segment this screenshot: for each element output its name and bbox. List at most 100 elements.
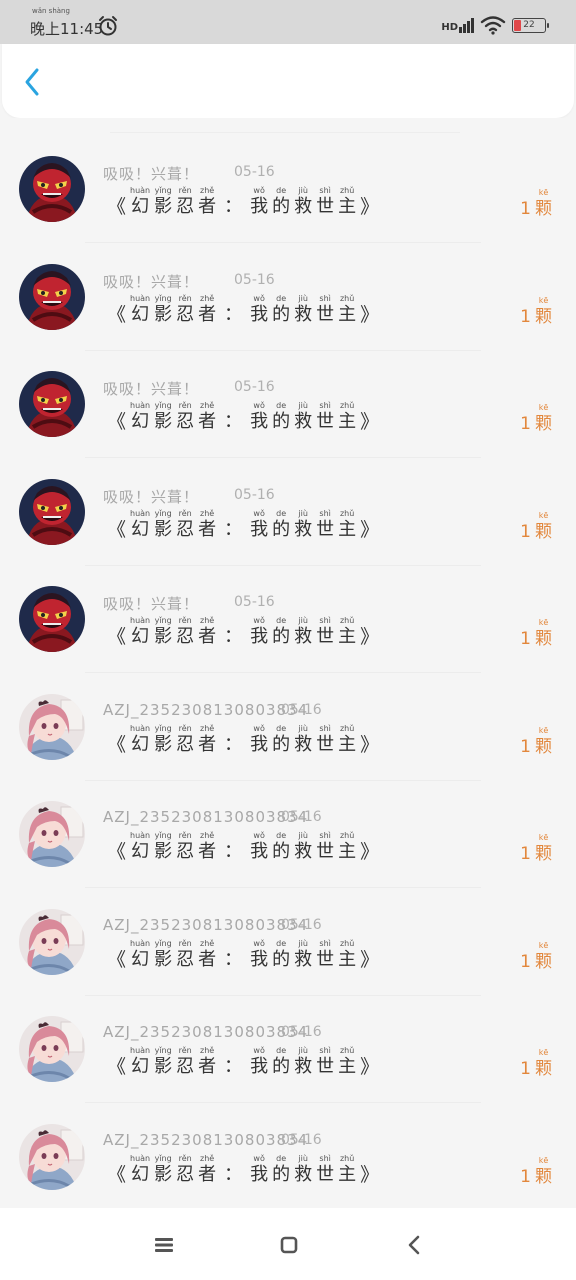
- ruby-char: wǒ 我: [250, 723, 269, 755]
- ruby-char: huàn 幻: [130, 186, 151, 217]
- list-item[interactable]: AZJ_2352308130803834 05-16 《 huàn 幻 yǐng…: [0, 1104, 576, 1209]
- list-item[interactable]: 吸吸！兴葺！ 05-16 《 huàn 幻 yǐng 影 rěn 忍 zhě 者…: [0, 136, 576, 243]
- username[interactable]: AZJ_2352308130803834: [103, 701, 308, 719]
- ruby-char: zhě 者: [198, 508, 217, 540]
- record-date: 05-16: [234, 164, 275, 180]
- avatar-image: [19, 478, 85, 545]
- username[interactable]: AZJ_2352308130803834: [103, 1023, 308, 1041]
- ruby-char: wǒ 我: [250, 508, 269, 540]
- gift-count: 1: [520, 306, 531, 327]
- record-date: 05-16: [281, 916, 322, 933]
- alarm-clock-icon: [99, 16, 117, 36]
- ruby-char: shì 世: [316, 1153, 335, 1185]
- avatar-image: [19, 586, 85, 652]
- ruby-char: jiù 救: [294, 508, 313, 540]
- ruby-char: de 的: [272, 616, 291, 647]
- ruby-char: rěn 忍: [176, 723, 195, 755]
- list-item[interactable]: 吸吸！兴葺！ 05-16 《 huàn 幻 yǐng 影 rěn 忍 zhě 者…: [0, 351, 576, 458]
- avatar[interactable]: [19, 801, 85, 867]
- ruby-char: yǐng 影: [154, 723, 173, 755]
- status-time-pinyin: wǎn shàng: [32, 7, 70, 15]
- record-date: 05-16: [281, 1131, 322, 1148]
- gift-record-list[interactable]: 吸吸！兴葺！ 05-16 《 huàn 幻 yǐng 影 rěn 忍 zhě 者…: [0, 118, 576, 1208]
- ruby-char: huàn 幻: [130, 938, 151, 970]
- gift-amount: 1 kē 颗: [520, 726, 554, 758]
- gift-count: 1: [520, 414, 531, 434]
- gift-amount: 1 kē 颗: [520, 403, 554, 435]
- avatar[interactable]: [19, 693, 85, 760]
- ruby-char: huàn 幻: [130, 401, 151, 432]
- username[interactable]: AZJ_2352308130803834: [103, 916, 308, 934]
- ruby-char: de 的: [272, 186, 291, 217]
- ruby-char: huàn 幻: [130, 1046, 151, 1077]
- ruby-char: huàn 幻: [130, 723, 151, 755]
- gift-count: 1: [520, 629, 531, 649]
- avatar-image: [19, 801, 85, 867]
- ruby-char: wǒ 我: [250, 938, 269, 970]
- list-item[interactable]: 吸吸！兴葺！ 05-16 《 huàn 幻 yǐng 影 rěn 忍 zhě 者…: [0, 566, 576, 673]
- ruby-char: shì 世: [316, 831, 335, 862]
- list-item[interactable]: AZJ_2352308130803834 05-16 《 huàn 幻 yǐng…: [0, 781, 576, 888]
- avatar[interactable]: [19, 156, 85, 222]
- username[interactable]: AZJ_2352308130803834: [103, 808, 308, 826]
- ruby-char: shì 世: [316, 401, 335, 432]
- ruby-char: wǒ 我: [250, 293, 269, 325]
- list-item[interactable]: 吸吸！兴葺！ 05-16 《 huàn 幻 yǐng 影 rěn 忍 zhě 者…: [0, 459, 576, 566]
- username[interactable]: 吸吸！兴葺！: [103, 271, 199, 292]
- ruby-char: wǒ 我: [250, 401, 269, 432]
- username[interactable]: 吸吸！兴葺！: [103, 486, 199, 507]
- menu-button[interactable]: [149, 1230, 179, 1260]
- system-back-button[interactable]: [399, 1230, 429, 1260]
- record-date: 05-16: [281, 1024, 322, 1040]
- username[interactable]: 吸吸！兴葺！: [103, 593, 199, 614]
- avatar[interactable]: [19, 1016, 85, 1082]
- book-title: 《 huàn 幻 yǐng 影 rěn 忍 zhě 者 ： wǒ 我 de 的 …: [107, 616, 380, 648]
- gift-amount: 1 kē 颗: [520, 941, 554, 973]
- avatar-image: [19, 156, 85, 222]
- ruby-char: zhǔ 主: [338, 938, 357, 970]
- ruby-char: rěn 忍: [176, 186, 195, 217]
- ruby-char: zhǔ 主: [338, 831, 357, 862]
- home-button[interactable]: [274, 1230, 304, 1260]
- avatar[interactable]: [19, 478, 85, 545]
- ruby-char: zhǔ 主: [338, 1046, 357, 1077]
- list-item[interactable]: AZJ_2352308130803834 05-16 《 huàn 幻 yǐng…: [0, 996, 576, 1103]
- ruby-char: shì 世: [316, 508, 335, 540]
- ruby-char: wǒ 我: [250, 186, 269, 217]
- list-item[interactable]: 吸吸！兴葺！ 05-16 《 huàn 幻 yǐng 影 rěn 忍 zhě 者…: [0, 244, 576, 351]
- top-header: [2, 44, 574, 118]
- ruby-char: jiù 救: [294, 616, 313, 647]
- list-item[interactable]: AZJ_2352308130803834 05-16 《 huàn 幻 yǐng…: [0, 889, 576, 996]
- ruby-char: zhǔ 主: [338, 616, 357, 647]
- list-item[interactable]: AZJ_2352308130803834 05-16 《 huàn 幻 yǐng…: [0, 674, 576, 781]
- ruby-char: jiù 救: [294, 186, 313, 217]
- ruby-char: zhě 者: [198, 831, 217, 862]
- book-title: 《 huàn 幻 yǐng 影 rěn 忍 zhě 者 ： wǒ 我 de 的 …: [107, 401, 380, 433]
- ruby-char: shì 世: [316, 293, 335, 325]
- username[interactable]: AZJ_2352308130803834: [103, 1131, 308, 1149]
- back-button[interactable]: [16, 66, 48, 98]
- avatar[interactable]: [19, 371, 85, 437]
- username[interactable]: 吸吸！兴葺！: [103, 378, 199, 399]
- ruby-char: jiù 救: [294, 938, 313, 970]
- avatar[interactable]: [19, 263, 85, 330]
- username[interactable]: 吸吸！兴葺！: [103, 163, 199, 184]
- gift-unit: kē 颗: [535, 1155, 552, 1187]
- ruby-char: rěn 忍: [176, 831, 195, 862]
- ruby-char: zhě 者: [198, 616, 217, 647]
- ruby-char: de 的: [272, 831, 291, 862]
- ruby-char: de 的: [272, 1046, 291, 1077]
- avatar[interactable]: [19, 586, 85, 652]
- gift-unit: kē 颗: [535, 833, 552, 864]
- avatar[interactable]: [19, 1123, 85, 1190]
- ruby-char: jiù 救: [294, 293, 313, 325]
- book-title: 《 huàn 幻 yǐng 影 rěn 忍 zhě 者 ： wǒ 我 de 的 …: [107, 938, 380, 971]
- gift-unit: kē 颗: [535, 940, 552, 972]
- avatar[interactable]: [19, 908, 85, 975]
- ruby-char: yǐng 影: [154, 293, 173, 325]
- ruby-char: zhǔ 主: [338, 401, 357, 432]
- gift-count: 1: [520, 736, 531, 757]
- ruby-char: jiù 救: [294, 831, 313, 862]
- gift-amount: 1 kē 颗: [520, 1156, 554, 1188]
- back-triangle-icon: [408, 1235, 420, 1255]
